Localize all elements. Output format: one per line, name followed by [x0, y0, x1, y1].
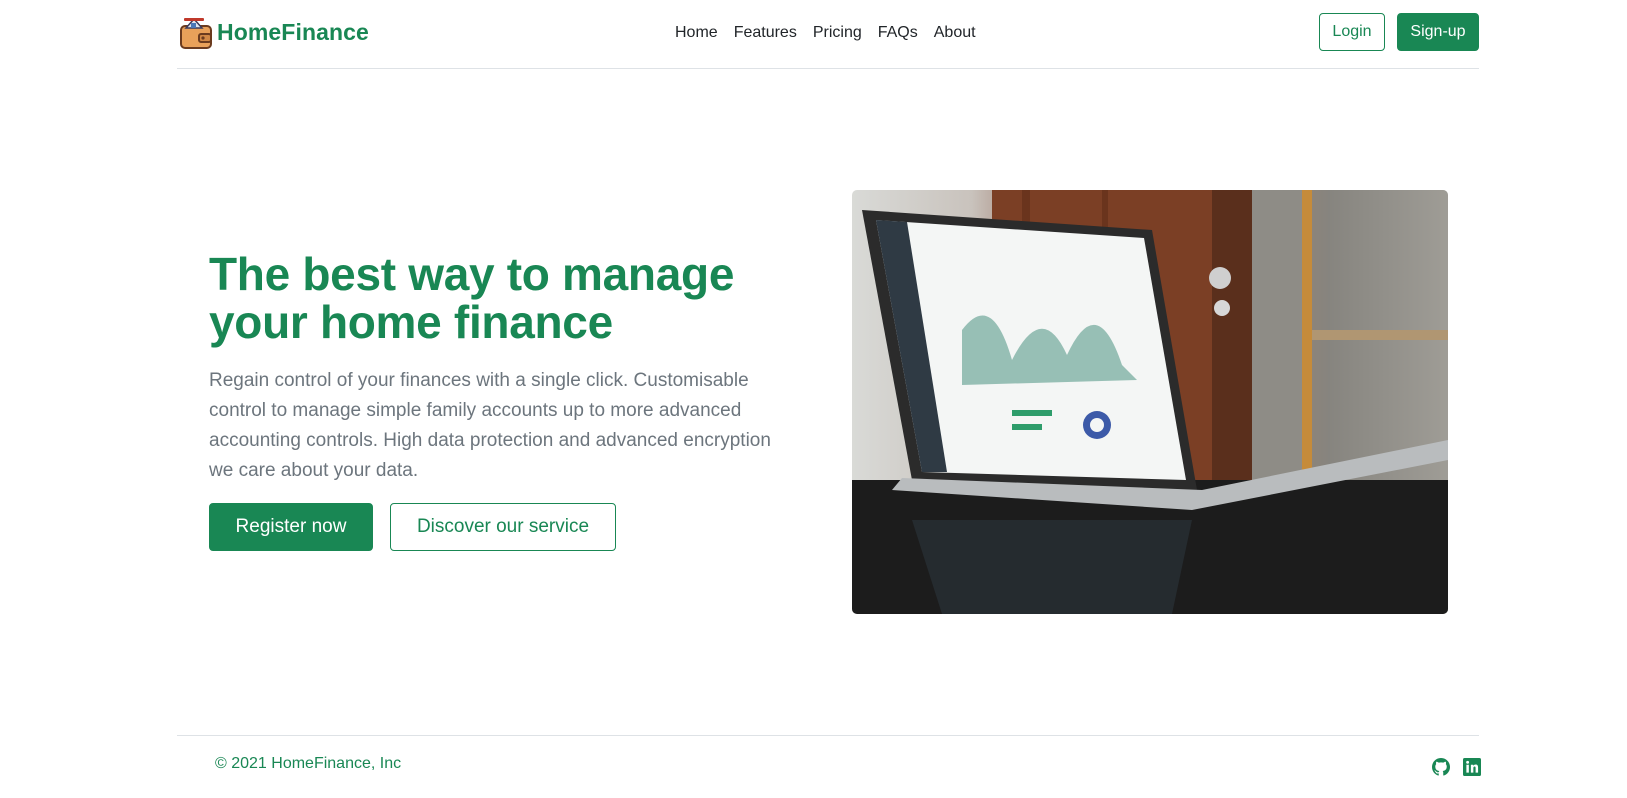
brand-link[interactable]: HomeFinance — [179, 14, 369, 50]
hero-lead-text: Regain control of your finances with a s… — [209, 370, 771, 481]
wallet-house-icon — [180, 17, 212, 49]
page-footer: © 2021 HomeFinance, Inc — [177, 735, 1481, 798]
nav-link-pricing[interactable]: Pricing — [805, 22, 870, 44]
nav-link-faqs[interactable]: FAQs — [870, 22, 926, 44]
nav-item-about: About — [926, 22, 984, 44]
top-navbar: HomeFinance Home Features Pricing FAQs A… — [177, 0, 1479, 69]
signup-button[interactable]: Sign-up — [1397, 13, 1479, 51]
nav-link-features[interactable]: Features — [726, 22, 805, 44]
hero-title: The best way to manage your home finance — [209, 248, 735, 348]
main-nav: Home Features Pricing FAQs About — [667, 22, 984, 44]
laptop-photo-illustration — [852, 190, 1448, 614]
copyright-text: © 2021 HomeFinance, Inc — [215, 755, 402, 772]
nav-item-faqs: FAQs — [870, 22, 926, 44]
github-icon[interactable] — [1432, 758, 1450, 776]
discover-service-button[interactable]: Discover our service — [390, 503, 616, 551]
login-button[interactable]: Login — [1319, 13, 1385, 51]
register-now-button[interactable]: Register now — [209, 503, 373, 551]
linkedin-icon[interactable] — [1463, 758, 1481, 776]
brand-name: HomeFinance — [217, 18, 369, 45]
nav-link-home[interactable]: Home — [667, 22, 726, 44]
hero-laptop-image — [852, 190, 1448, 614]
nav-item-home: Home — [667, 22, 726, 44]
nav-item-pricing: Pricing — [805, 22, 870, 44]
nav-link-about[interactable]: About — [926, 22, 984, 44]
nav-item-features: Features — [726, 22, 805, 44]
